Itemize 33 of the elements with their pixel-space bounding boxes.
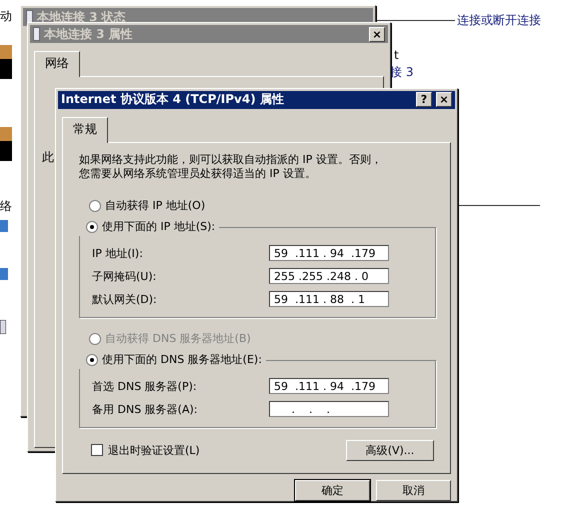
field-label: 子网掩码(U): xyxy=(92,268,156,284)
radio-option[interactable]: 自动获得 IP 地址(O) xyxy=(79,196,436,215)
field-label: 首选 DNS 服务器(P): xyxy=(92,378,197,394)
background-text: 动 xyxy=(0,8,12,25)
ip-address-field[interactable]: . . . xyxy=(269,401,389,418)
usb-icon xyxy=(33,27,40,41)
checkbox[interactable]: 退出时验证设置(L) xyxy=(91,442,200,458)
tab[interactable]: 常规 xyxy=(62,116,108,143)
close-button[interactable]: × xyxy=(436,92,452,108)
dialog-button[interactable]: 取消 xyxy=(376,480,451,501)
advanced-button[interactable]: 高级(V)... xyxy=(346,440,434,461)
field-label: 备用 DNS 服务器(A): xyxy=(92,402,198,417)
window-title: Internet 协议版本 4 (TCP/IPv4) 属性 xyxy=(61,91,285,108)
background-text: 络 xyxy=(0,198,12,215)
background-text: 此 xyxy=(42,149,54,166)
tab[interactable]: 网络 xyxy=(34,51,80,77)
ip-address-field[interactable]: 59 .111 . 88 . 1 xyxy=(269,291,389,308)
background-text: t xyxy=(394,48,399,62)
window-title: 本地连接 3 属性 xyxy=(44,26,133,42)
document-icon xyxy=(0,320,6,334)
close-button[interactable]: × xyxy=(369,26,385,42)
description-text: 如果网络支持此功能，则可以获取自动指派的 IP 设置。否则， xyxy=(79,152,382,167)
help-button[interactable]: ? xyxy=(416,92,432,108)
network-icon xyxy=(0,220,8,232)
callout-text: 连接或断开连接 xyxy=(457,12,541,29)
field-label: IP 地址(I): xyxy=(92,246,143,261)
field-label: 默认网关(D): xyxy=(92,292,157,307)
ip-address-field[interactable]: 255 .255 .248 . 0 xyxy=(269,268,389,284)
network-icon xyxy=(0,268,8,280)
description-text: 您需要从网络系统管理员处获得适当的 IP 设置。 xyxy=(79,166,316,181)
ip-address-field[interactable]: 59 .111 . 94 .179 xyxy=(269,245,389,262)
ip-address-field[interactable]: 59 .111 . 94 .179 xyxy=(269,378,389,394)
dialog-button[interactable]: 确定 xyxy=(295,480,370,501)
